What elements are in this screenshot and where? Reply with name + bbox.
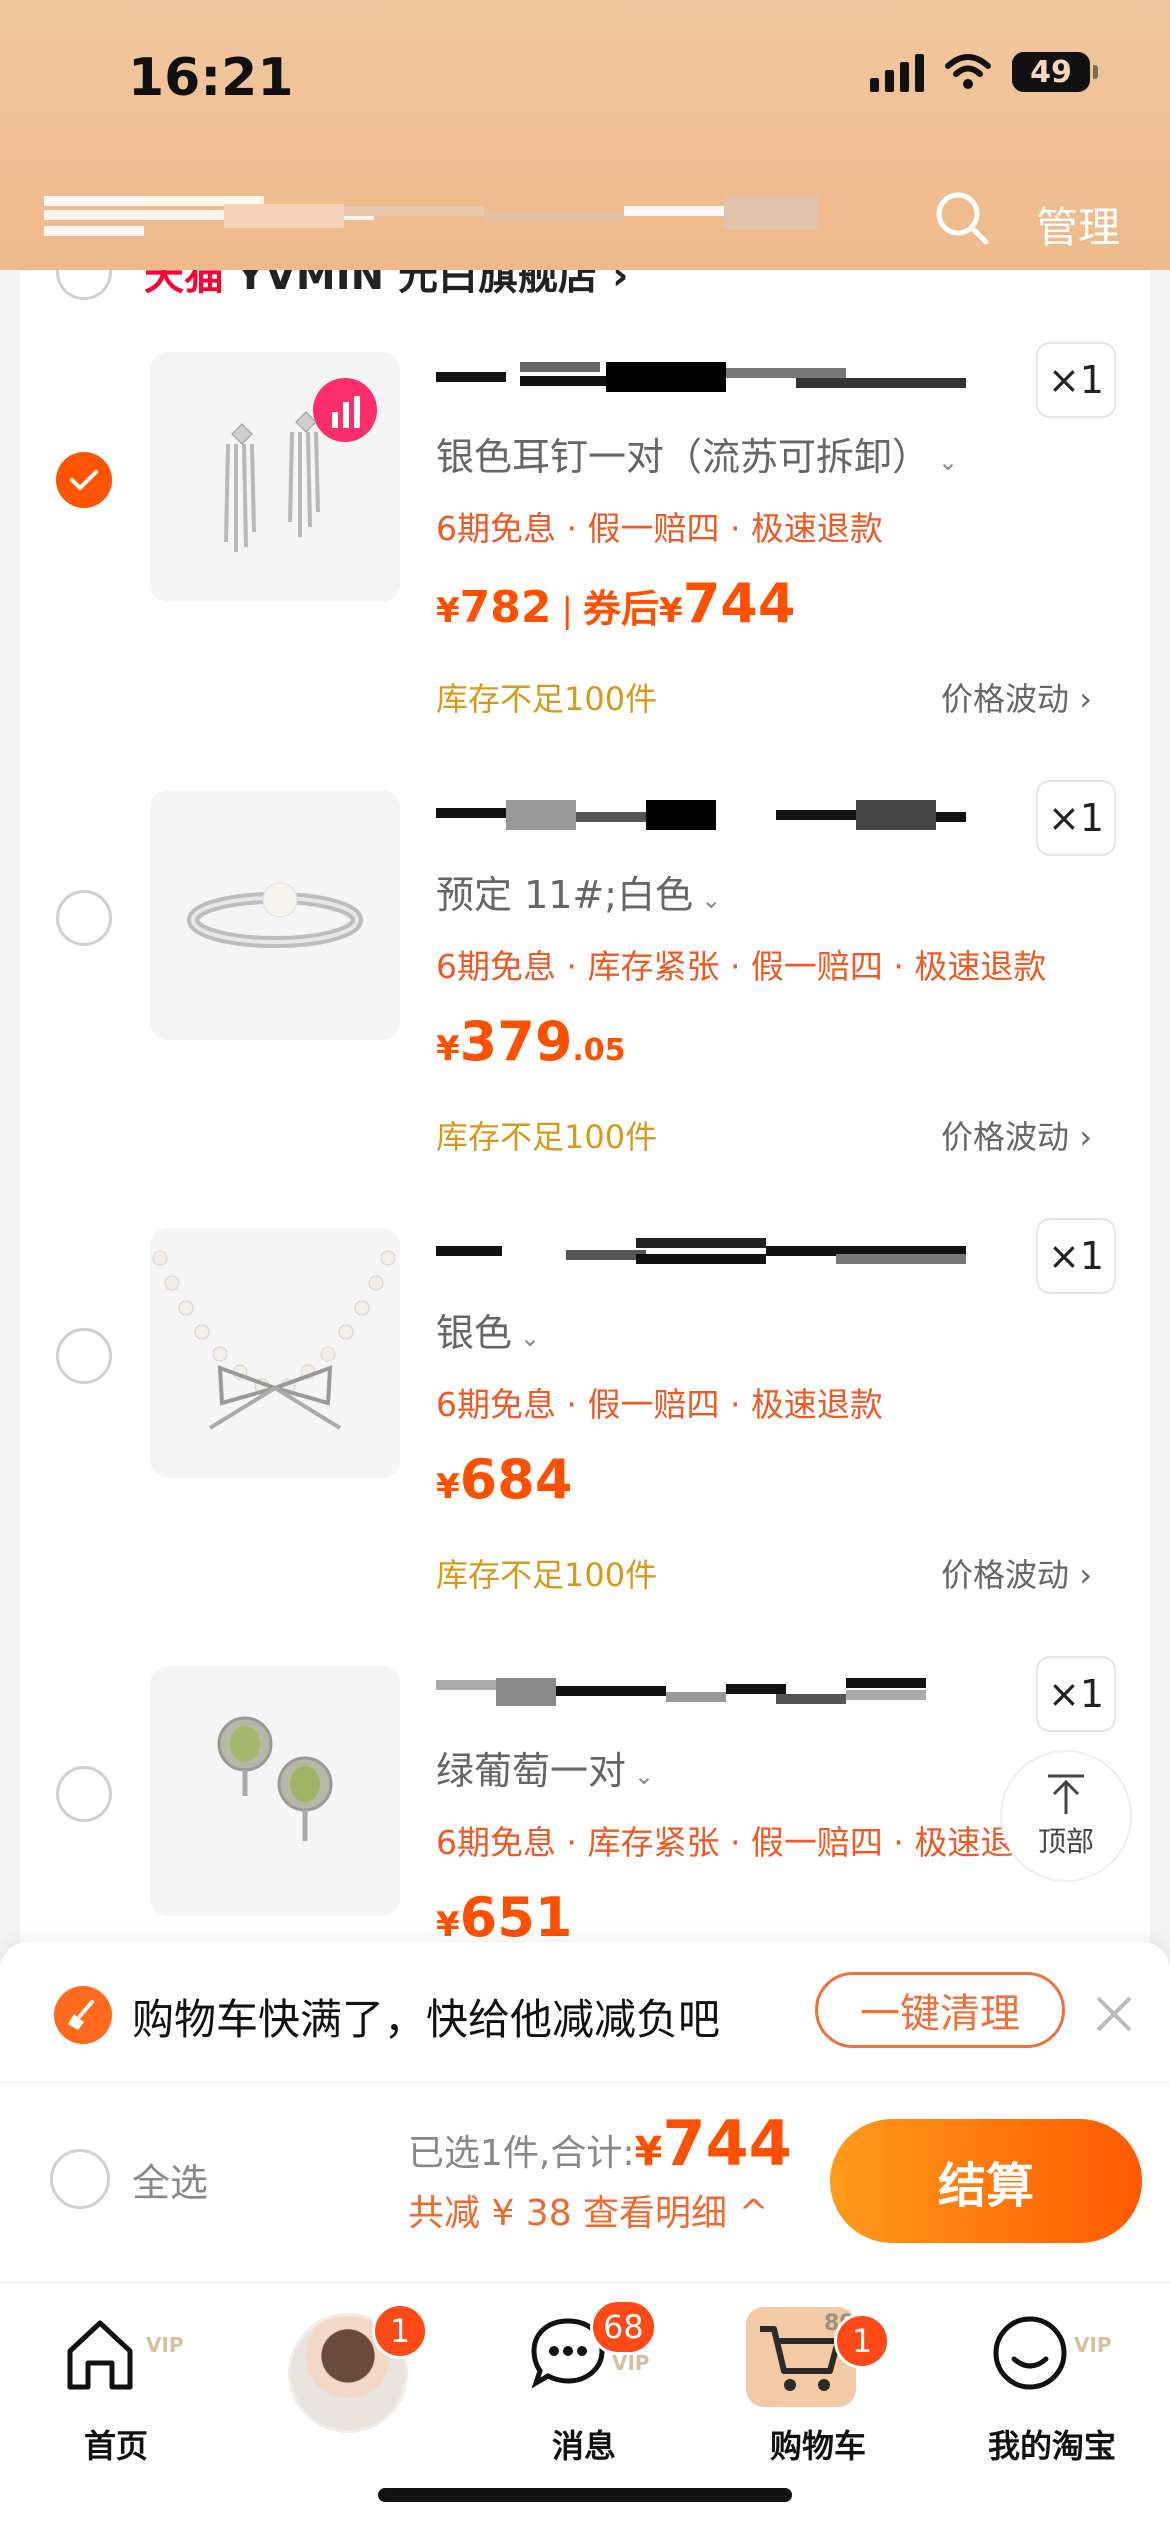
cart-item[interactable]: ×1 银色耳钉一对（流苏可拆卸） ⌄ 6期免息 · 假一赔四 · 极速退款 ¥78…	[20, 342, 1150, 792]
select-all[interactable]: 全选	[50, 2149, 208, 2209]
wifi-icon	[945, 54, 991, 89]
tab-cart[interactable]: 89 1 购物车	[728, 2303, 908, 2465]
price: ¥782 | 券后¥744	[436, 572, 796, 635]
chevron-down-icon: ⌄	[520, 1324, 541, 1352]
home-indicator	[378, 2488, 792, 2502]
notification-badge: 1	[834, 2313, 890, 2369]
stock-note: 库存不足100件	[436, 1118, 658, 1156]
discount-detail-link[interactable]: 共减 ¥ 38 查看明细 ^	[408, 2184, 792, 2236]
sku-selector[interactable]: 银色耳钉一对（流苏可拆卸） ⌄	[436, 426, 958, 481]
price-fluctuation-link[interactable]: 价格波动 ›	[941, 674, 1092, 720]
select-all-checkbox[interactable]	[50, 2149, 110, 2209]
service-tags: 6期免息 · 假一赔四 · 极速退款	[436, 1385, 883, 1424]
battery-icon: 49	[1012, 52, 1098, 92]
checkout-button[interactable]: 结算	[830, 2119, 1142, 2243]
quantity-button[interactable]: ×1	[1036, 342, 1116, 418]
quantity-button[interactable]: ×1	[1036, 1218, 1116, 1294]
earrings-image	[224, 378, 377, 552]
quantity-button[interactable]: ×1	[1036, 1656, 1116, 1732]
service-tags: 6期免息 · 库存紧张 · 假一赔四 · 极速退款	[436, 1823, 1047, 1862]
check-icon	[70, 470, 98, 490]
vip-label: VIP	[1074, 2333, 1112, 2357]
selected-count: 已选1件,合计:	[408, 2133, 635, 2174]
status-time: 16:21	[128, 48, 294, 108]
necklace-image	[152, 1250, 396, 1430]
item-checkbox[interactable]	[56, 1328, 112, 1384]
tab-messages[interactable]: VIP 68 消息	[494, 2299, 674, 2465]
product-image[interactable]	[150, 1666, 400, 1916]
price: ¥684	[436, 1448, 573, 1511]
cart-full-reminder: 购物车快满了，快给他减减负吧 一键清理	[0, 1942, 1170, 2082]
close-icon[interactable]	[1090, 1990, 1138, 2038]
broom-icon	[54, 1986, 112, 2044]
manage-button[interactable]: 管理	[1036, 194, 1120, 255]
service-tags: 6期免息 · 库存紧张 · 假一赔四 · 极速退款	[436, 947, 1047, 986]
sku-selector[interactable]: 银色 ⌄	[436, 1302, 540, 1357]
stock-note: 库存不足100件	[436, 1556, 658, 1594]
product-image[interactable]	[150, 352, 400, 602]
stock-note: 库存不足100件	[436, 680, 658, 718]
cart-item[interactable]: ×1 银色 ⌄ 6期免息 · 假一赔四 · 极速退款 ¥684 库存不足100件 …	[20, 1218, 1150, 1668]
battery-level: 49	[1030, 54, 1072, 90]
tab-home[interactable]: VIP 首页	[26, 2303, 206, 2465]
store-name[interactable]: 天猫 YVMIN 元白旗舰店 ›	[144, 270, 628, 301]
product-image[interactable]	[150, 790, 400, 1040]
search-icon[interactable]	[932, 188, 992, 248]
notification-badge: 1	[372, 2303, 428, 2359]
price-fluctuation-link[interactable]: 价格波动 ›	[941, 1112, 1092, 1158]
service-tags: 6期免息 · 假一赔四 · 极速退款	[436, 509, 883, 548]
redacted-product-title	[436, 1238, 966, 1268]
tab-my-taobao[interactable]: VIP 我的淘宝	[962, 2303, 1142, 2465]
redacted-product-title	[436, 800, 966, 830]
sku-selector[interactable]: 绿葡萄一对 ⌄	[436, 1740, 654, 1795]
tmall-label: 天猫	[144, 270, 224, 299]
store-select-checkbox[interactable]	[56, 270, 112, 300]
product-image[interactable]	[150, 1228, 400, 1478]
vip-label: VIP	[146, 2333, 184, 2357]
chevron-down-icon: ⌄	[938, 448, 959, 476]
sku-selector[interactable]: 预定 11#;白色 ⌄	[436, 864, 721, 919]
select-all-label: 全选	[132, 2160, 209, 2205]
smiley-face-icon	[993, 2316, 1067, 2390]
reminder-text: 购物车快满了，快给他减减负吧	[132, 1995, 721, 2044]
cart-item[interactable]: ×1 预定 11#;白色 ⌄ 6期免息 · 库存紧张 · 假一赔四 · 极速退款 …	[20, 780, 1150, 1230]
chevron-down-icon: ⌄	[701, 886, 722, 914]
notification-badge: 68	[590, 2299, 657, 2355]
price-fluctuation-link[interactable]: 价格波动 ›	[941, 1550, 1092, 1596]
grape-earrings-image	[217, 1716, 333, 1841]
home-icon	[67, 2320, 133, 2390]
checkout-bar: 全选 已选1件,合计:¥744 共减 ¥ 38 查看明细 ^ 结算	[0, 2082, 1170, 2282]
item-checkbox[interactable]	[56, 452, 112, 508]
redacted-product-title	[436, 1676, 966, 1706]
item-checkbox[interactable]	[56, 890, 112, 946]
cart-store-card: 天猫 YVMIN 元白旗舰店 › ×1 银色耳钉一对（流苏可拆卸） ⌄ 6期免息…	[20, 270, 1150, 1960]
ring-image	[187, 882, 363, 948]
back-to-top-label: 顶部	[1037, 1825, 1094, 1858]
redacted-title	[44, 196, 819, 240]
one-click-clean-button[interactable]: 一键清理	[815, 1972, 1065, 2048]
total-price: ¥744	[634, 2107, 792, 2180]
chevron-down-icon: ⌄	[634, 1762, 655, 1790]
arrow-up-icon	[1048, 1774, 1084, 1814]
quantity-button[interactable]: ×1	[1036, 780, 1116, 856]
store-row[interactable]: 天猫 YVMIN 元白旗舰店 ›	[56, 270, 628, 302]
redacted-product-title	[436, 362, 966, 392]
price: ¥379.05	[436, 1010, 626, 1073]
item-checkbox[interactable]	[56, 1766, 112, 1822]
price: ¥651	[436, 1886, 573, 1949]
cart-item[interactable]: ×1 绿葡萄一对 ⌄ 6期免息 · 库存紧张 · 假一赔四 · 极速退款 ¥651	[20, 1656, 1150, 1960]
back-to-top-button[interactable]: 顶部	[1000, 1750, 1132, 1882]
order-summary: 已选1件,合计:¥744 共减 ¥ 38 查看明细 ^	[408, 2107, 792, 2236]
header-bar: 16:21 49 管理	[0, 0, 1170, 270]
status-icons: 49	[870, 52, 1098, 92]
tab-avatar-feed[interactable]: 1	[264, 2303, 444, 2463]
signal-icon	[870, 52, 924, 92]
